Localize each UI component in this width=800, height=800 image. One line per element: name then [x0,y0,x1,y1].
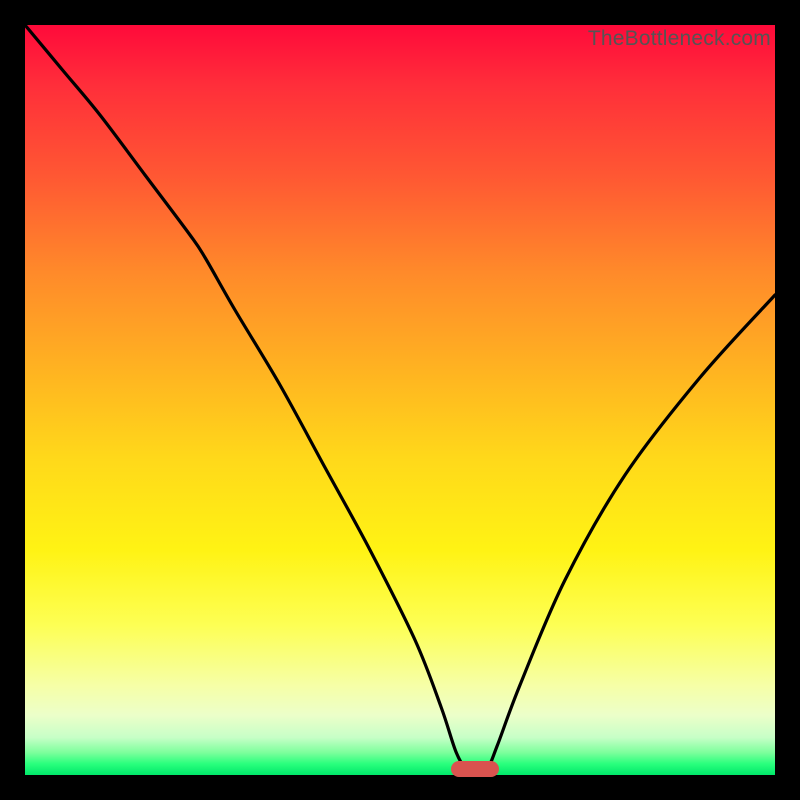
plot-frame: TheBottleneck.com [25,25,775,775]
minimum-marker [451,761,499,777]
bottleneck-curve [25,25,775,775]
